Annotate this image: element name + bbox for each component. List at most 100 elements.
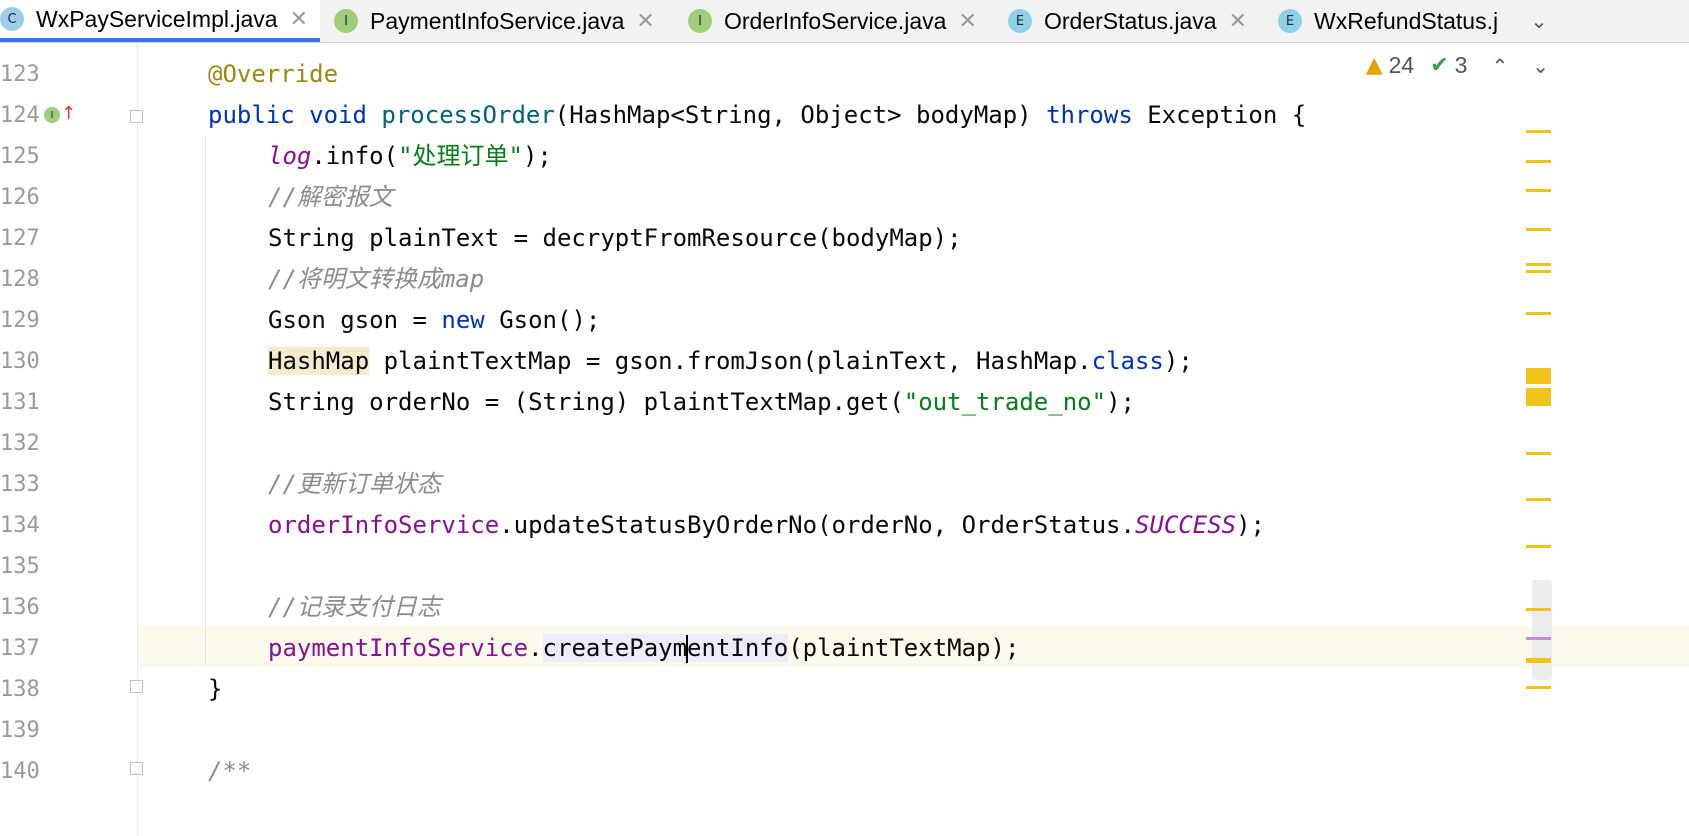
arrow-up-icon[interactable]: ↑ [61,104,76,124]
comment: //记录支付日志 [268,593,441,621]
error-stripe-mark[interactable] [1526,189,1551,192]
code-line-140[interactable]: /** [208,751,251,792]
code-line-131[interactable]: String orderNo = (String) plaintTextMap.… [268,382,1135,423]
code-text: .info( [311,142,399,170]
implements-interface-icon[interactable]: I [44,107,60,123]
code-line-124[interactable]: public void processOrder(HashMap<String,… [208,95,1306,136]
close-icon[interactable]: ✕ [1229,9,1247,34]
code-text: ); [1106,388,1135,416]
comment: //将明文转换成map [268,265,485,293]
code-line-128[interactable]: //将明文转换成map [268,259,484,300]
editor-tab-bar: C WxPayServiceImpl.java ✕ I PaymentInfoS… [0,0,1689,43]
close-icon[interactable]: ✕ [958,9,976,34]
chevron-down-icon[interactable]: ⌄ [1532,54,1549,78]
code-line-125[interactable]: log.info("处理订单"); [268,136,552,177]
tab-wxrefundstatus[interactable]: E WxRefundStatus.j [1278,0,1508,42]
error-stripe-mark[interactable] [1526,263,1551,266]
code-line-130[interactable]: HashMap plaintTextMap = gson.fromJson(pl… [268,341,1193,382]
string-literal: "out_trade_no" [903,388,1107,416]
warning-icon: ▲ [1365,53,1383,78]
error-stripe-mark[interactable] [1526,228,1551,231]
method-name: processOrder [381,101,555,129]
error-stripe-mark[interactable] [1526,545,1551,548]
field: orderInfoService [268,511,500,539]
line-number: 140 [0,759,40,784]
error-stripe-mark[interactable] [1526,312,1551,315]
line-number: 130 [0,349,40,374]
line-number: 123 [0,62,40,87]
weak-warning-icon: ✔ [1430,53,1449,78]
fold-icon[interactable] [130,680,143,693]
line-number: 126 [0,185,40,210]
close-icon[interactable]: ✕ [636,9,654,34]
code-line-137[interactable]: paymentInfoService.createPaymentInfo(pla… [268,628,1019,669]
annotation: @Override [208,60,339,88]
code-line-126[interactable]: //解密报文 [268,177,393,218]
chevron-up-icon[interactable]: ⌃ [1491,54,1508,78]
enum-file-icon: E [1008,9,1032,33]
code-text: Gson gson = [268,306,442,334]
line-number: 131 [0,390,40,415]
line-number: 138 [0,677,40,702]
error-stripe-mark[interactable] [1526,608,1551,611]
code-line-129[interactable]: Gson gson = new Gson(); [268,300,600,341]
error-stripe-mark[interactable] [1526,130,1551,133]
code-line-123[interactable]: @Override [208,54,338,95]
fold-icon[interactable] [130,762,143,775]
line-number: 124 [0,103,40,128]
comment: /** [208,757,252,785]
code-text: (HashMap<String, Object> bodyMap) [554,101,1047,129]
code-line-133[interactable]: //更新订单状态 [268,464,441,505]
line-number: 128 [0,267,40,292]
keyword: void [309,101,367,129]
error-stripe-mark[interactable] [1526,368,1551,384]
error-stripe-mark[interactable] [1526,160,1551,163]
tab-label: WxRefundStatus.j [1314,7,1499,34]
warning-count: 24 [1388,52,1415,78]
string-literal: "处理订单" [398,142,523,170]
tab-paymentinfoservice[interactable]: I PaymentInfoService.java ✕ [334,0,655,42]
code-line-134[interactable]: orderInfoService.updateStatusByOrderNo(o… [268,505,1265,546]
error-stripe-mark[interactable] [1526,658,1551,663]
error-stripe-mark[interactable] [1526,270,1551,273]
code-text: ); [1236,511,1266,539]
chevron-down-icon[interactable]: ⌄ [1519,0,1559,42]
code-text: } [208,675,223,703]
code-text: ); [1163,347,1193,375]
inspection-widget[interactable]: ▲ 24 ✔ 3 ⌃ ⌄ [1366,52,1549,79]
code-text: (plaintTextMap); [788,634,1020,662]
error-stripe-mark[interactable] [1526,452,1551,455]
comment: //更新订单状态 [268,470,441,498]
keyword: class [1091,347,1164,375]
code-text: Gson(); [484,306,601,334]
enum-constant: SUCCESS [1134,511,1237,539]
code-line-127[interactable]: String plainText = decryptFromResource(b… [268,218,962,259]
tab-wxpayserviceimpl[interactable]: C WxPayServiceImpl.java ✕ [0,0,320,42]
enum-file-icon: E [1278,9,1302,33]
close-icon[interactable]: ✕ [290,7,308,32]
keyword: public [208,101,295,129]
code-text: plaintTextMap = gson.fromJson(plainText,… [369,347,1092,375]
identifier-part: entInfo [687,634,789,662]
tab-orderinfoservice[interactable]: I OrderInfoService.java ✕ [688,0,977,42]
highlighted-type: HashMap [268,347,370,375]
error-stripe-mark[interactable] [1526,388,1551,406]
line-number: 139 [0,718,40,743]
code-line-136[interactable]: //记录支付日志 [268,587,441,628]
fold-icon[interactable] [130,110,143,123]
code-text: ); [522,142,552,170]
identifier-under-caret: createPaymentInfo [542,634,789,663]
weak-warning-count: 3 [1454,52,1468,78]
scrollbar-thumb[interactable] [1532,580,1552,680]
indent-guide [205,136,206,666]
tab-orderstatus[interactable]: E OrderStatus.java ✕ [1008,0,1247,42]
line-number: 125 [0,144,40,169]
line-number: 136 [0,595,40,620]
field: paymentInfoService [268,634,529,662]
line-number: 134 [0,513,40,538]
code-line-138[interactable]: } [208,669,222,710]
error-stripe-mark[interactable] [1526,498,1551,501]
caret-stripe-mark[interactable] [1526,637,1551,640]
error-stripe-mark[interactable] [1526,686,1551,689]
class-file-icon: C [0,7,24,31]
